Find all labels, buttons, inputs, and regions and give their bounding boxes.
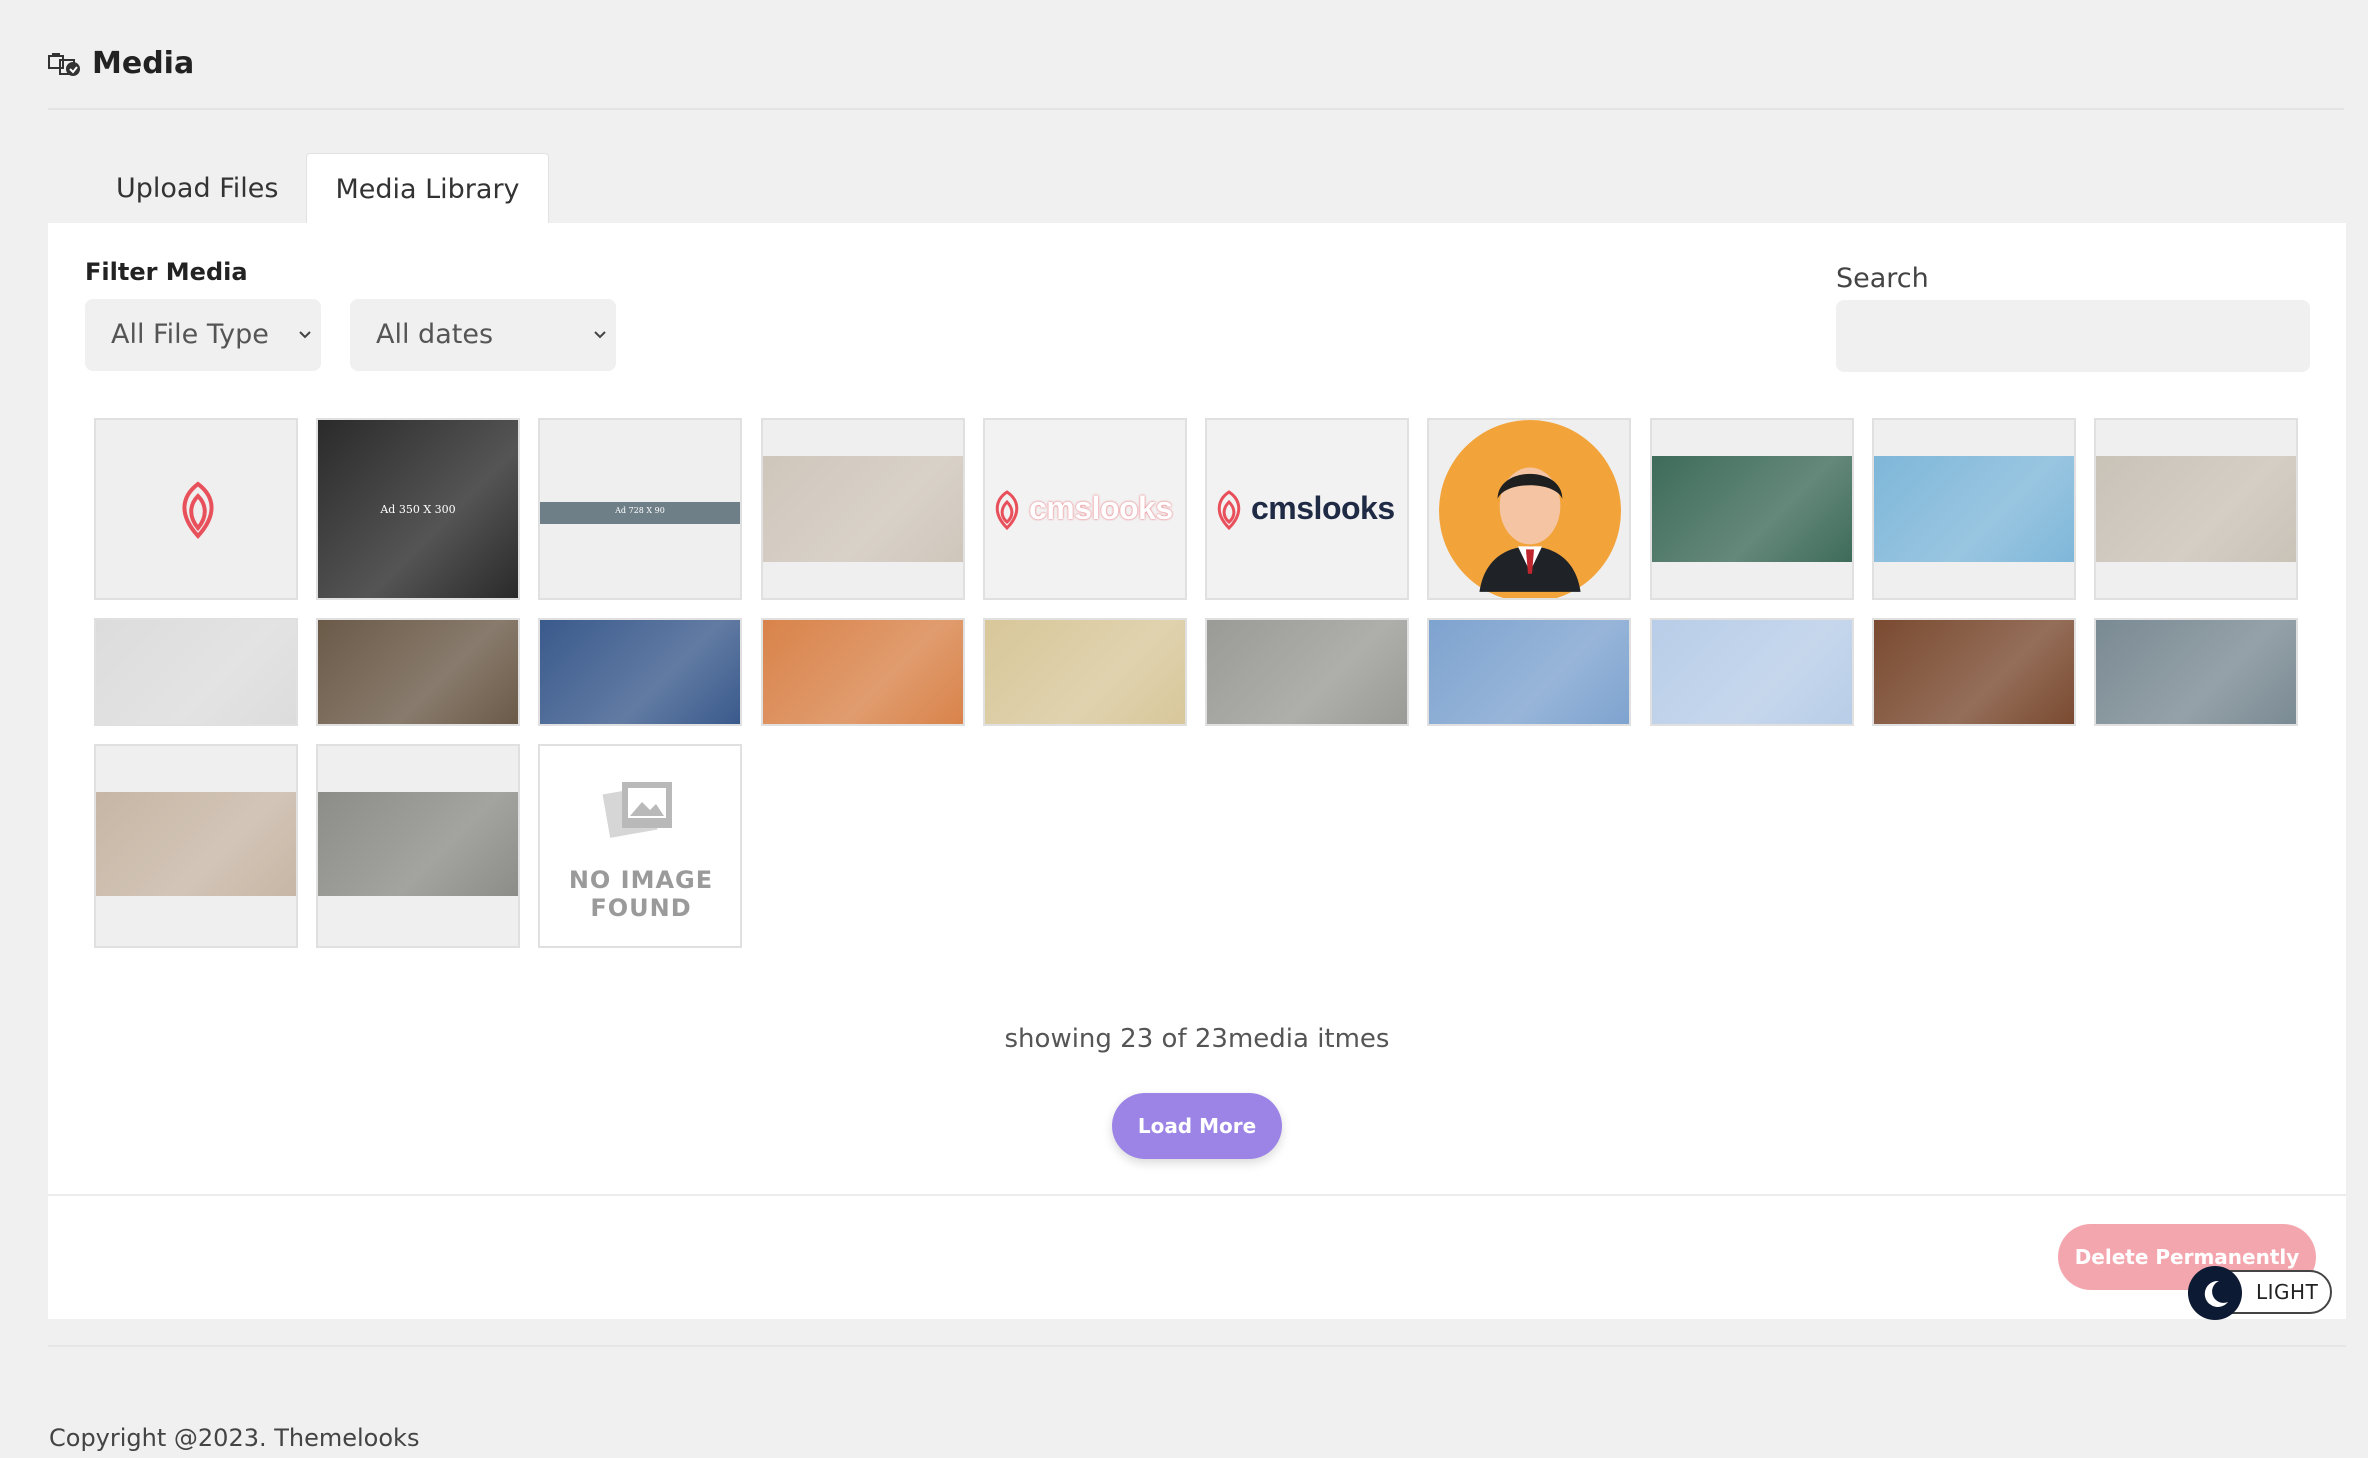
- divider: [48, 1194, 2346, 1196]
- media-thumbnail[interactable]: [2094, 618, 2298, 726]
- logo-icon: [182, 481, 214, 539]
- theme-label: LIGHT: [2256, 1280, 2319, 1304]
- media-thumbnail[interactable]: [1205, 618, 1409, 726]
- tab-media-library[interactable]: Media Library: [306, 153, 549, 223]
- file-type-value: All File Type: [111, 319, 269, 350]
- media-thumbnail[interactable]: Ad 728 X 90: [538, 418, 742, 600]
- page-title: Media: [92, 46, 195, 81]
- media-thumbnail[interactable]: [1650, 618, 1854, 726]
- thumbnail-image: [2096, 620, 2296, 724]
- thumbnail-image: [985, 620, 1185, 724]
- load-more-button[interactable]: Load More: [1112, 1093, 1282, 1159]
- page-header: Media: [48, 40, 2344, 110]
- copyright-text: Copyright @2023. Themelooks: [49, 1424, 420, 1452]
- chevron-down-icon: [299, 331, 311, 339]
- ad-size-label: Ad 728 X 90: [615, 506, 665, 515]
- logo-text: cmslooks: [1251, 490, 1395, 526]
- thumbnail-image: [96, 620, 296, 724]
- media-thumbnail[interactable]: [983, 618, 1187, 726]
- thumbnail-image: [318, 792, 518, 896]
- moon-icon: [2188, 1266, 2242, 1320]
- footer-divider: [48, 1345, 2346, 1347]
- thumbnail-image: [763, 456, 963, 562]
- media-thumbnail[interactable]: [94, 418, 298, 600]
- image-placeholder-icon: [602, 782, 672, 838]
- date-value: All dates: [376, 319, 494, 350]
- media-thumbnail[interactable]: [761, 418, 965, 600]
- media-thumbnail[interactable]: [94, 618, 298, 726]
- search-label: Search: [1836, 263, 1929, 294]
- media-thumbnail[interactable]: [1427, 418, 1631, 600]
- filter-label: Filter Media: [85, 258, 248, 286]
- logo-icon: [995, 490, 1019, 531]
- media-thumbnail[interactable]: [1872, 618, 2076, 726]
- logo-icon: [1217, 490, 1241, 531]
- thumbnail-image: [763, 620, 963, 724]
- chevron-down-icon: [594, 331, 606, 339]
- media-thumbnail[interactable]: [1872, 418, 2076, 600]
- thumbnail-image: [2096, 456, 2296, 562]
- media-icon: [48, 52, 82, 78]
- thumbnail-image: [1207, 620, 1407, 724]
- media-thumbnail[interactable]: [316, 744, 520, 948]
- media-thumbnail[interactable]: cmslooks: [1205, 418, 1409, 600]
- thumbnail-image: [540, 620, 740, 724]
- media-library-panel: Filter Media All File Type All dates Sea…: [48, 223, 2346, 1319]
- avatar-icon: [1439, 420, 1621, 598]
- media-thumbnail[interactable]: cmslooks: [983, 418, 1187, 600]
- search-input[interactable]: [1836, 300, 2310, 372]
- media-thumbnail[interactable]: [761, 618, 965, 726]
- media-thumbnail[interactable]: NO IMAGE FOUND: [538, 744, 742, 948]
- media-thumbnail[interactable]: [538, 618, 742, 726]
- date-select[interactable]: All dates: [350, 299, 616, 371]
- theme-toggle[interactable]: LIGHT: [2188, 1266, 2332, 1320]
- media-thumbnail[interactable]: [1427, 618, 1631, 726]
- thumbnail-image: [1874, 456, 2074, 562]
- thumbnail-image: [1429, 620, 1629, 724]
- thumbnail-image: [1652, 456, 1852, 562]
- media-thumbnail[interactable]: [2094, 418, 2298, 600]
- thumbnail-image: [1874, 620, 2074, 724]
- tab-upload-files[interactable]: Upload Files: [88, 153, 306, 223]
- media-thumbnail[interactable]: [1650, 418, 1854, 600]
- tab-bar: Upload Files Media Library: [48, 153, 549, 223]
- thumbnail-image: [1652, 620, 1852, 724]
- media-thumbnail[interactable]: [94, 744, 298, 948]
- file-type-select[interactable]: All File Type: [85, 299, 321, 371]
- logo-text: cmslooks: [1029, 490, 1173, 526]
- showing-count: showing 23 of 23media itmes: [1004, 1024, 1390, 1054]
- ad-size-label: Ad 350 X 300: [380, 503, 456, 516]
- media-thumbnail[interactable]: Ad 350 X 300: [316, 418, 520, 600]
- no-image-label: NO IMAGE FOUND: [568, 866, 714, 922]
- thumbnail-image: [96, 792, 296, 896]
- media-thumbnail[interactable]: [316, 618, 520, 726]
- thumbnail-image: [318, 620, 518, 724]
